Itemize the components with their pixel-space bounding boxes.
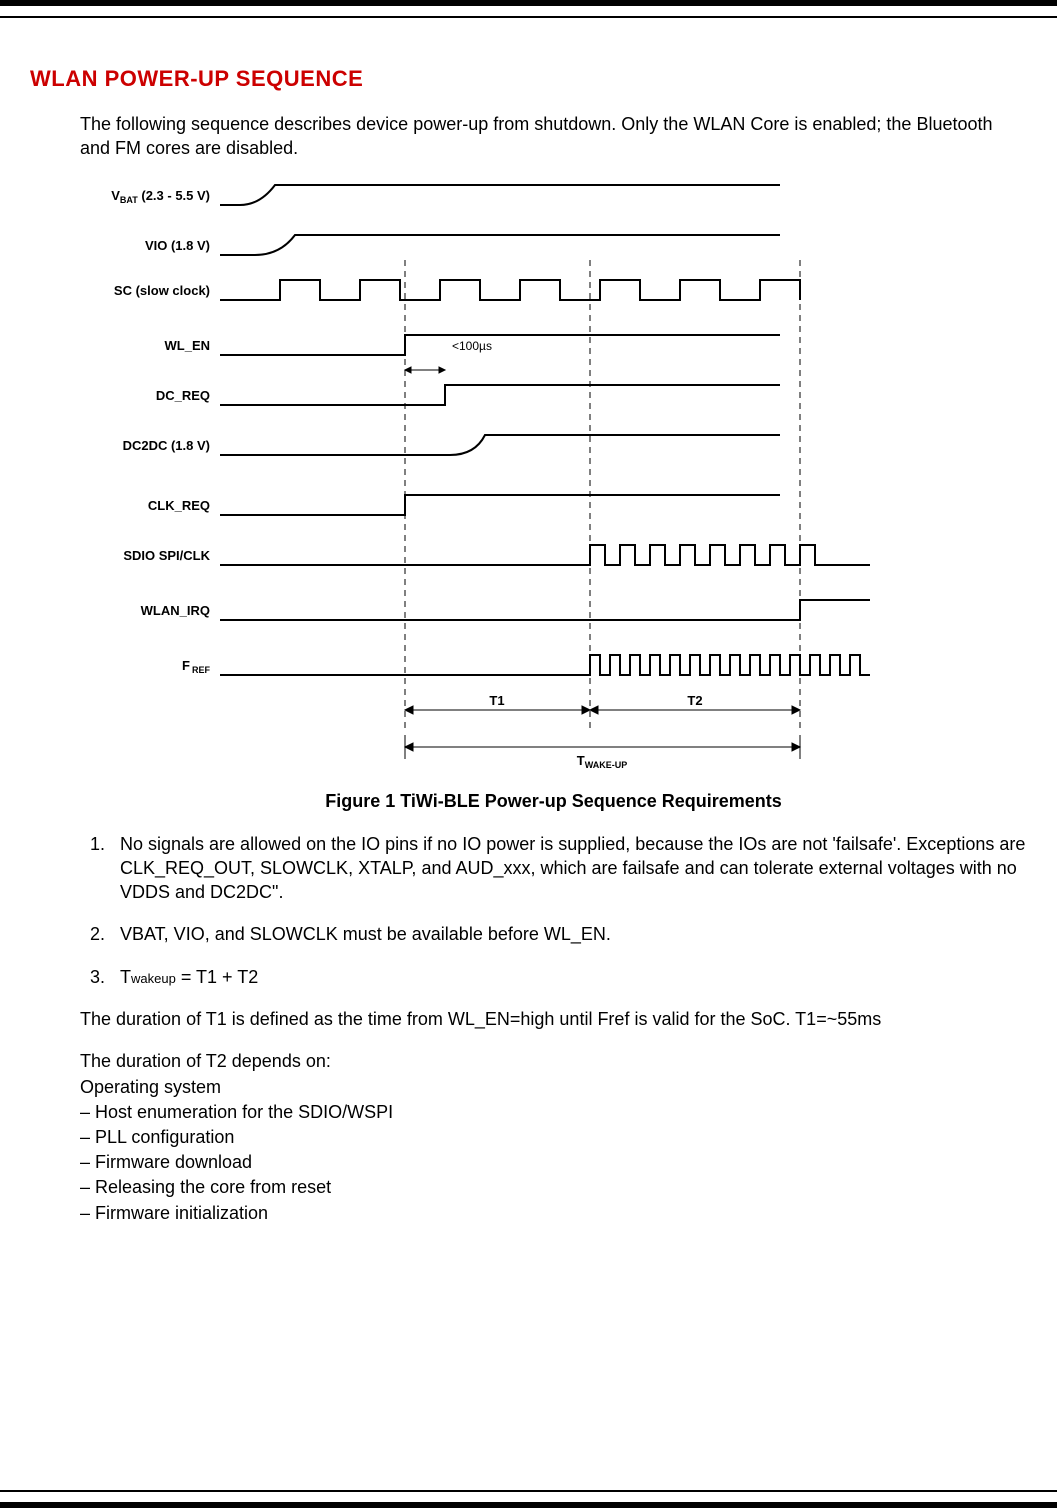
t2-block: The duration of T2 depends on: Operating… <box>80 1049 1027 1225</box>
label-vio: VIO (1.8 V) <box>145 238 210 253</box>
label-t1: T1 <box>489 693 504 708</box>
list-item: Twakeup = T1 + T2 <box>110 965 1027 989</box>
annot-100us: <100µs <box>452 339 492 353</box>
intro-paragraph: The following sequence describes device … <box>80 112 1027 161</box>
label-clkreq: CLK_REQ <box>148 498 210 513</box>
label-sc: SC (slow clock) <box>114 283 210 298</box>
label-wlanirq: WLAN_IRQ <box>141 603 210 618</box>
t2-item: – PLL configuration <box>80 1125 1027 1150</box>
label-sdio: SDIO SPI/CLK <box>123 548 210 563</box>
label-dcreq: DC_REQ <box>156 388 210 403</box>
numbered-list: No signals are allowed on the IO pins if… <box>80 832 1027 989</box>
label-t2: T2 <box>687 693 702 708</box>
label-vbat: VBAT (2.3 - 5.5 V) <box>111 188 210 205</box>
label-fref: FREF <box>182 658 210 675</box>
label-twakeup: TWAKE-UP <box>577 753 627 770</box>
list-item: VBAT, VIO, and SLOWCLK must be available… <box>110 922 1027 946</box>
figure-1: VBAT (2.3 - 5.5 V) VIO (1.8 V) SC (slow … <box>80 175 1027 812</box>
label-dc2dc: DC2DC (1.8 V) <box>123 438 210 453</box>
timing-diagram: VBAT (2.3 - 5.5 V) VIO (1.8 V) SC (slow … <box>80 175 930 785</box>
t1-paragraph: The duration of T1 is defined as the tim… <box>80 1007 1027 1031</box>
label-wlen: WL_EN <box>165 338 211 353</box>
t2-item: – Firmware download <box>80 1150 1027 1175</box>
figure-caption: Figure 1 TiWi-BLE Power-up Sequence Requ… <box>80 791 1027 812</box>
t2-item: – Releasing the core from reset <box>80 1175 1027 1200</box>
section-heading: WLAN POWER-UP SEQUENCE <box>30 66 1027 92</box>
t2-intro: The duration of T2 depends on: <box>80 1049 1027 1074</box>
t2-item: – Firmware initialization <box>80 1201 1027 1226</box>
t2-item: Operating system <box>80 1075 1027 1100</box>
t2-item: – Host enumeration for the SDIO/WSPI <box>80 1100 1027 1125</box>
list-item: No signals are allowed on the IO pins if… <box>110 832 1027 905</box>
